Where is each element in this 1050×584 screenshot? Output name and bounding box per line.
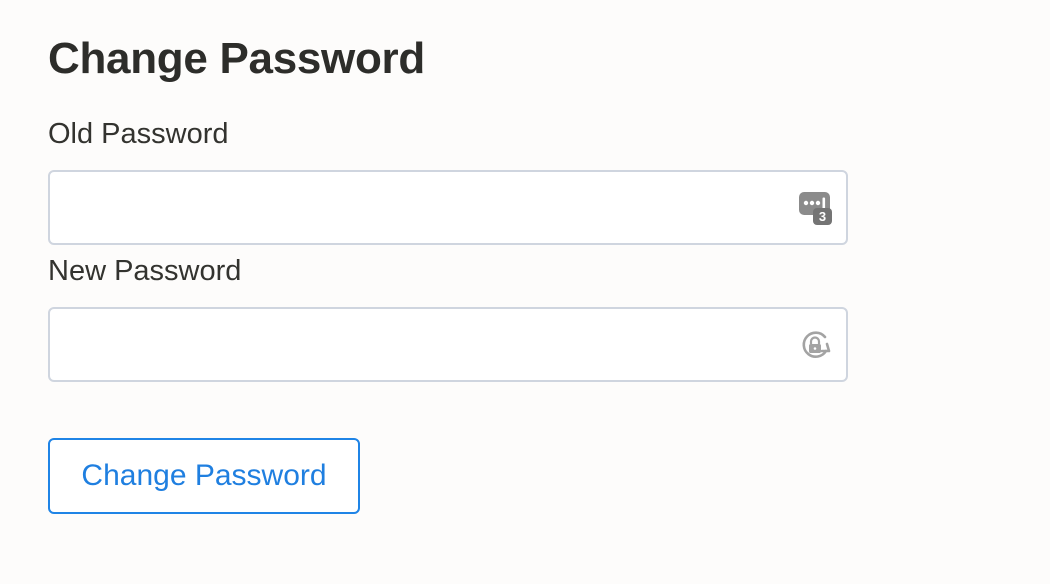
password-manager-key-icon[interactable]: 3 [798,190,832,226]
old-password-label: Old Password [48,118,229,150]
change-password-form: Change Password Old Password 3 New Passw… [48,30,848,382]
old-password-field-group: 3 [48,170,848,245]
change-password-button[interactable]: Change Password [48,438,360,514]
old-password-input[interactable] [48,170,848,245]
svg-text:3: 3 [819,209,826,224]
new-password-input[interactable] [48,307,848,382]
new-password-label: New Password [48,255,242,287]
page-title: Change Password [48,34,425,83]
new-password-field-group [48,307,848,382]
generate-password-icon[interactable] [798,327,832,363]
